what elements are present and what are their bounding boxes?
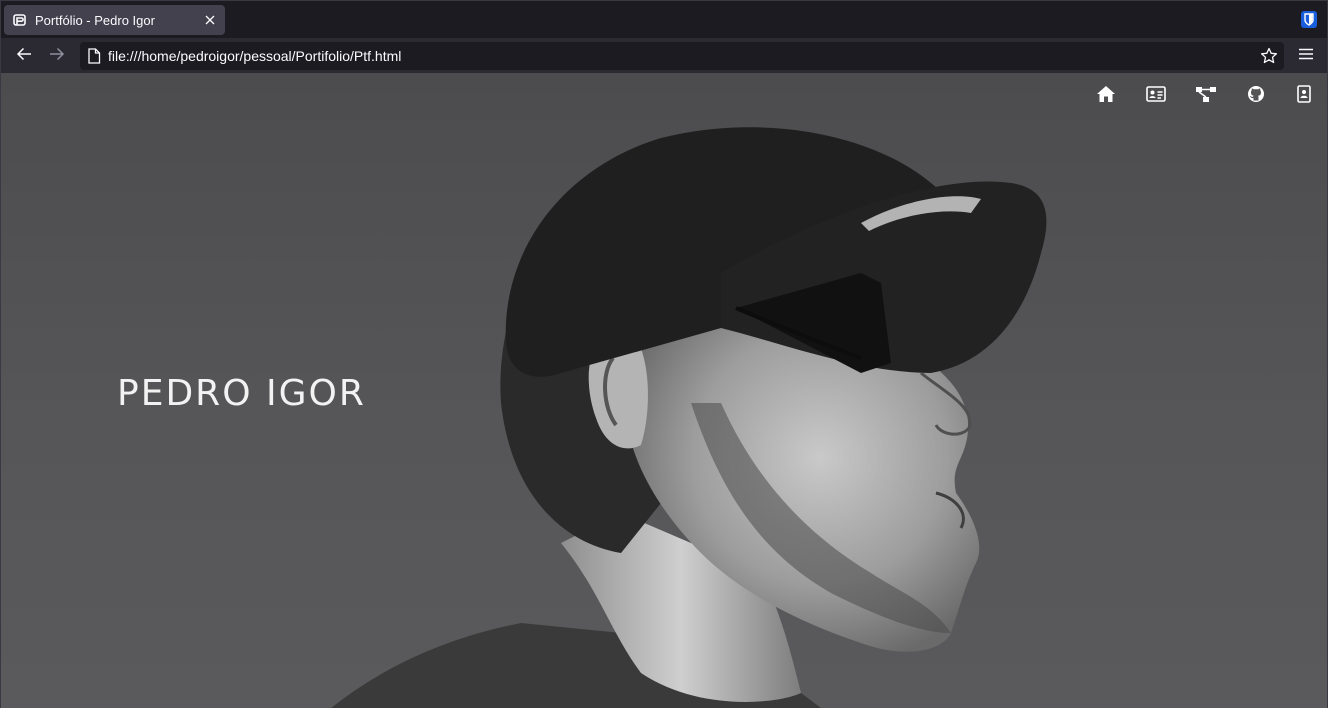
star-icon[interactable] bbox=[1260, 47, 1278, 65]
forward-arrow-icon bbox=[49, 46, 65, 67]
id-card-icon[interactable] bbox=[1131, 83, 1181, 105]
page-icon bbox=[86, 48, 102, 64]
tab-strip: Portfólio - Pedro Igor bbox=[0, 0, 1328, 38]
hero-name: PEDRO IGOR bbox=[117, 373, 366, 414]
bitwarden-shield-icon[interactable] bbox=[1301, 11, 1317, 28]
github-icon[interactable] bbox=[1231, 83, 1281, 105]
url-bar[interactable]: file:///home/pedroigor/pessoal/Portifoli… bbox=[80, 42, 1284, 70]
hamburger-menu-icon bbox=[1299, 47, 1313, 65]
site-nav bbox=[1081, 83, 1327, 105]
app-menu-button[interactable] bbox=[1292, 43, 1320, 69]
back-arrow-icon bbox=[16, 46, 32, 67]
diagram-icon[interactable] bbox=[1181, 83, 1231, 105]
page-content: PEDRO IGOR bbox=[0, 73, 1328, 708]
portfolio-p-icon bbox=[13, 13, 27, 27]
back-button[interactable] bbox=[10, 43, 38, 69]
tab-title: Portfólio - Pedro Igor bbox=[35, 12, 155, 28]
navigation-toolbar: file:///home/pedroigor/pessoal/Portifoli… bbox=[0, 38, 1328, 73]
home-icon[interactable] bbox=[1081, 83, 1131, 105]
contact-icon[interactable] bbox=[1281, 83, 1327, 105]
forward-button[interactable] bbox=[43, 43, 71, 69]
url-text[interactable]: file:///home/pedroigor/pessoal/Portifoli… bbox=[108, 48, 401, 64]
tab-portfolio[interactable]: Portfólio - Pedro Igor bbox=[4, 5, 225, 35]
close-icon[interactable] bbox=[200, 10, 220, 30]
